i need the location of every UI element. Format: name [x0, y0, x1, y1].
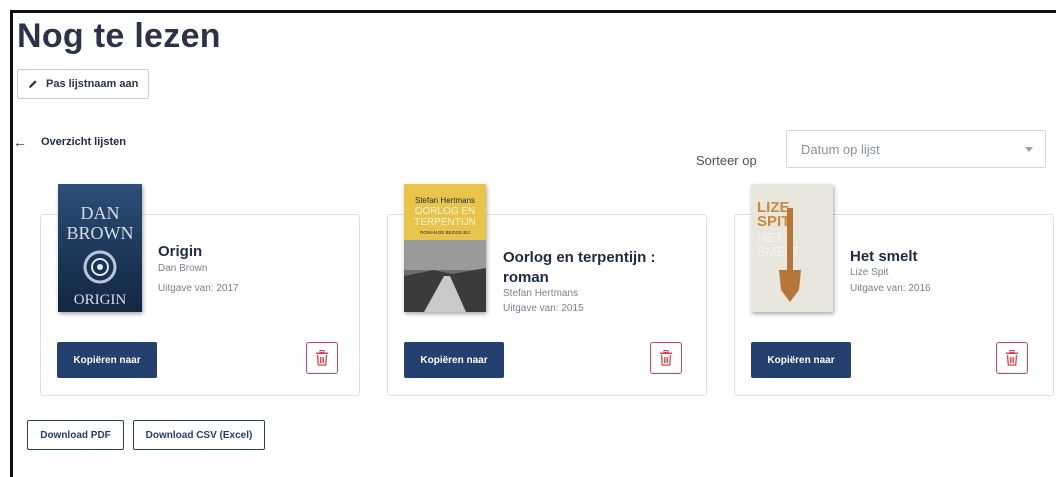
- pencil-icon: [29, 80, 37, 88]
- cover-title-line1: OORLOG EN: [415, 206, 476, 217]
- book-year-origin: Uitgave van: 2017: [158, 283, 239, 294]
- rename-list-button[interactable]: Pas lijstnaam aan: [17, 69, 150, 99]
- cover-title: ORIGIN: [74, 292, 127, 308]
- book-author-oorlog: Stefan Hertmans: [503, 288, 579, 299]
- cover-subtitle: ROMAN DE BEZIGE BIJ: [420, 230, 470, 235]
- book-title-oorlog-line1[interactable]: Oorlog en terpentijn :: [503, 248, 656, 268]
- origin-cover-art: DAN BROWN ORIGIN: [67, 203, 134, 308]
- download-csv-button[interactable]: Download CSV (Excel): [133, 420, 265, 450]
- back-link-label: Overzicht lijsten: [41, 136, 126, 148]
- cover-author-last: BROWN: [67, 223, 134, 243]
- copy-to-button-het-smelt[interactable]: Kopiëren naar: [751, 342, 851, 378]
- book-title-het-smelt[interactable]: Het smelt: [850, 247, 918, 267]
- cover-title-line2: TERPENTIJN: [414, 217, 476, 228]
- book-author-origin: Dan Brown: [158, 263, 208, 274]
- het-smelt-cover-art: LIZE SPIT HET SMELT: [757, 199, 801, 302]
- book-year-het-smelt: Uitgave van: 2016: [850, 283, 931, 294]
- book-cover-oorlog[interactable]: Stefan Hertmans OORLOG EN TERPENTIJN ROM…: [404, 184, 486, 312]
- trash-icon: [1006, 350, 1018, 366]
- cover-author-last: SPIT: [757, 213, 790, 230]
- copy-to-button-oorlog[interactable]: Kopiëren naar: [404, 342, 504, 378]
- sort-label: Sorteer op: [696, 153, 757, 168]
- sort-select[interactable]: Datum op lijst: [786, 130, 1046, 168]
- cover-author-first: DAN: [81, 203, 120, 223]
- delete-button-het-smelt[interactable]: [996, 342, 1028, 374]
- cover-title-line2: SMELT: [757, 244, 799, 259]
- back-to-overview-link[interactable]: ← Overzicht lijsten: [13, 134, 126, 150]
- chevron-down-icon: [1025, 147, 1033, 152]
- book-year-oorlog: Uitgave van: 2015: [503, 303, 584, 314]
- book-cover-het-smelt[interactable]: LIZE SPIT HET SMELT: [751, 184, 833, 312]
- delete-button-oorlog[interactable]: [650, 342, 682, 374]
- download-pdf-button[interactable]: Download PDF: [27, 420, 124, 450]
- copy-to-button-origin[interactable]: Kopiëren naar: [57, 342, 157, 378]
- sort-selected-value: Datum op lijst: [801, 141, 880, 157]
- rename-list-label: Pas lijstnaam aan: [46, 78, 139, 90]
- book-title-origin[interactable]: Origin: [158, 242, 202, 262]
- book-cover-origin[interactable]: DAN BROWN ORIGIN: [58, 184, 142, 312]
- page-title: Nog te lezen: [17, 17, 221, 55]
- book-title-oorlog-line2[interactable]: roman: [503, 268, 549, 288]
- trash-icon: [316, 350, 328, 366]
- cover-author: Stefan Hertmans: [415, 196, 475, 205]
- cover-title-line1: HET: [757, 230, 783, 245]
- arrow-left-icon: ←: [13, 134, 27, 150]
- delete-button-origin[interactable]: [306, 342, 338, 374]
- book-author-het-smelt: Lize Spit: [850, 267, 889, 278]
- trash-icon: [660, 350, 672, 366]
- oorlog-cover-art: Stefan Hertmans OORLOG EN TERPENTIJN ROM…: [404, 184, 486, 312]
